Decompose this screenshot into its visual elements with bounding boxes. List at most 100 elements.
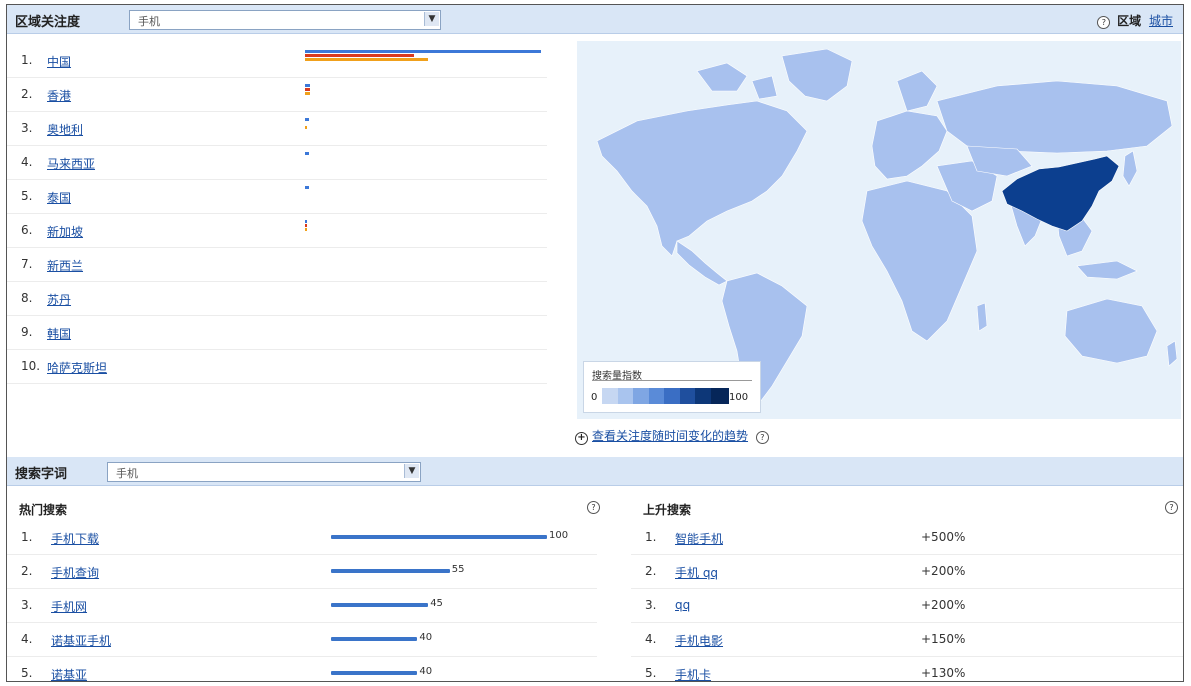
trend-link[interactable]: 查看关注度随时间变化的趋势 <box>592 429 748 443</box>
hot-search-bar <box>331 637 418 641</box>
rising-search-link[interactable]: qq <box>675 598 690 612</box>
hot-search-row: 3. 手机网 45 <box>7 589 597 623</box>
region-rank: 10. <box>21 359 41 373</box>
region-bar <box>305 54 414 57</box>
region-bar <box>305 50 541 53</box>
rising-search-link[interactable]: 智能手机 <box>675 530 723 547</box>
rising-search-change: +150% <box>921 632 966 646</box>
rising-search-rank: 2. <box>645 564 657 578</box>
region-scandinavia <box>896 70 938 112</box>
hot-search-rank: 3. <box>21 598 33 612</box>
region-row: 1. 中国 <box>7 43 547 78</box>
region-term-select[interactable]: 手机 ▼ <box>129 10 441 30</box>
region-greenland <box>781 48 853 102</box>
region-row: 4. 马来西亚 <box>7 145 547 180</box>
rising-search-row: 5. 手机卡 +130% <box>631 657 1183 681</box>
hot-search-value: 40 <box>419 632 433 643</box>
region-rank: 3. <box>21 121 33 135</box>
rising-search-rank: 1. <box>645 530 657 544</box>
hot-search-link[interactable]: 手机网 <box>51 598 87 615</box>
region-term-value: 手机 <box>138 15 160 28</box>
legend-divider <box>592 380 752 381</box>
hot-search-rank: 1. <box>21 530 33 544</box>
toggle-region-current: 区域 <box>1117 14 1142 28</box>
hot-search-row: 2. 手机查询 55 <box>7 555 597 589</box>
search-term-select[interactable]: 手机 ▼ <box>107 462 421 482</box>
plus-circle-icon[interactable]: + <box>575 432 588 445</box>
region-bar <box>305 58 428 61</box>
region-rank: 8. <box>21 291 33 305</box>
hot-search-bar <box>331 535 547 539</box>
rising-search-rank: 5. <box>645 666 657 680</box>
region-link[interactable]: 泰国 <box>47 189 71 206</box>
legend-min: 0 <box>591 392 598 403</box>
region-link[interactable]: 中国 <box>47 53 71 70</box>
hot-search-bar <box>331 603 429 607</box>
rising-search-change: +200% <box>921 598 966 612</box>
hot-search-rank: 2. <box>21 564 33 578</box>
chevron-down-icon: ▼ <box>424 12 439 26</box>
hot-search-rank: 4. <box>21 632 33 646</box>
region-link[interactable]: 新西兰 <box>47 257 83 274</box>
toggle-city-link[interactable]: 城市 <box>1149 14 1173 28</box>
question-circle-icon[interactable]: ? <box>1097 16 1111 29</box>
region-north-america <box>596 100 808 257</box>
hot-search-link[interactable]: 诺基亚 <box>51 666 87 681</box>
question-circle-icon[interactable]: ? <box>587 501 600 514</box>
region-row: 9. 韩国 <box>7 315 547 350</box>
region-link[interactable]: 苏丹 <box>47 291 71 308</box>
rising-search-change: +200% <box>921 564 966 578</box>
hot-search-value: 100 <box>549 530 569 541</box>
rising-search-change: +130% <box>921 666 966 680</box>
region-bar <box>305 118 309 121</box>
region-rank: 9. <box>21 325 33 339</box>
hot-searches-title: 热门搜索 <box>19 503 68 517</box>
region-link[interactable]: 奥地利 <box>47 121 83 138</box>
hot-search-link[interactable]: 诺基亚手机 <box>51 632 111 649</box>
region-link[interactable]: 韩国 <box>47 325 71 342</box>
region-rank: 2. <box>21 87 33 101</box>
question-circle-icon[interactable]: ? <box>755 431 769 444</box>
region-link[interactable]: 新加坡 <box>47 223 83 240</box>
region-row: 7. 新西兰 <box>7 247 547 282</box>
trends-panel: 区域关注度 手机 ▼ ? 区域 城市 1. 中国 2. 香港 3. 奥地利 4. 马来西亚 5.… <box>6 4 1184 682</box>
rising-search-link[interactable]: 手机卡 <box>675 666 711 681</box>
search-header: 搜索字词 手机 ▼ <box>7 457 1183 486</box>
hot-search-row: 5. 诺基亚 40 <box>7 657 597 681</box>
region-bar <box>305 92 310 95</box>
region-link[interactable]: 哈萨克斯坦 <box>47 359 107 376</box>
region-australia <box>1064 298 1158 364</box>
rising-search-row: 3. qq +200% <box>631 589 1183 623</box>
region-row: 2. 香港 <box>7 77 547 112</box>
region-row: 6. 新加坡 <box>7 213 547 248</box>
region-bar <box>305 224 307 227</box>
region-link[interactable]: 马来西亚 <box>47 155 95 172</box>
region-madagascar <box>976 302 988 332</box>
region-rank: 7. <box>21 257 33 271</box>
map-legend: 搜索量指数 0 100 <box>583 361 761 413</box>
region-link[interactable]: 香港 <box>47 87 71 104</box>
rising-search-row: 1. 智能手机 +500% <box>631 521 1183 555</box>
legend-swatch <box>710 388 729 404</box>
region-japan <box>1122 150 1138 187</box>
region-rank: 4. <box>21 155 33 169</box>
hot-search-bar <box>331 671 418 675</box>
region-bar <box>305 84 310 87</box>
region-arctic-islands <box>696 62 778 100</box>
rising-search-change: +500% <box>921 530 966 544</box>
hot-search-link[interactable]: 手机下载 <box>51 530 99 547</box>
region-list: 1. 中国 2. 香港 3. 奥地利 4. 马来西亚 5. 泰国 6. 新加坡 7. 新西兰 8. 苏丹 9. 韩… <box>7 43 567 384</box>
hot-search-link[interactable]: 手机查询 <box>51 564 99 581</box>
region-bar <box>305 126 308 129</box>
rising-search-rank: 4. <box>645 632 657 646</box>
hot-search-value: 40 <box>419 666 433 677</box>
question-circle-icon[interactable]: ? <box>1165 501 1178 514</box>
region-bar <box>305 220 308 223</box>
search-term-value: 手机 <box>116 467 138 480</box>
region-europe <box>871 110 948 180</box>
rising-search-link[interactable]: 手机 qq <box>675 564 718 581</box>
region-bar <box>305 152 309 155</box>
region-central-america <box>676 240 728 286</box>
hot-search-value: 55 <box>451 564 465 575</box>
rising-search-link[interactable]: 手机电影 <box>675 632 723 649</box>
